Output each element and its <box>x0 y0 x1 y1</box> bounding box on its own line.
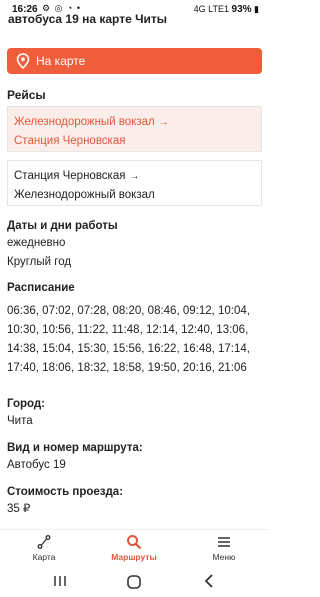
routes-title: Рейсы <box>7 88 46 102</box>
page-title: автобуса 19 на карте Читы <box>8 12 168 26</box>
route-type-label: Вид и номер маршрута: <box>7 442 143 454</box>
schedule-title: Расписание <box>7 282 75 294</box>
arrow-right-icon: → <box>158 117 169 128</box>
dates-season: Круглый год <box>7 256 72 268</box>
system-nav-bar <box>0 567 269 597</box>
nav-item-routes[interactable]: Маршруты <box>94 534 174 562</box>
search-icon <box>127 535 142 550</box>
route-from: Станция Черновская <box>14 170 126 182</box>
city-label: Город: <box>7 398 45 410</box>
arrow-right-icon: → <box>129 171 140 182</box>
route-to: Станция Черновская <box>14 135 126 147</box>
schedule-times: 06:36, 07:02, 07:28, 08:20, 08:46, 09:12… <box>7 305 250 374</box>
nav-label-routes: Маршруты <box>111 552 157 562</box>
route-to: Железнодорожный вокзал <box>14 189 155 201</box>
nav-item-menu[interactable]: Меню <box>184 534 264 562</box>
signal-icon: 4G LTE1 <box>193 4 229 14</box>
dates-title: Даты и дни работы <box>7 220 118 232</box>
home-icon[interactable] <box>126 574 142 590</box>
nav-label-menu: Меню <box>212 552 236 562</box>
map-pin-icon <box>16 53 30 69</box>
route-item-return[interactable]: Станция Черновская → Железнодорожный вокз… <box>7 160 262 206</box>
route-item-forward[interactable]: Железнодорожный вокзал → Станция Черновск… <box>7 106 262 152</box>
bottom-nav: Карта Маршруты Меню <box>0 529 269 567</box>
nav-label-map: Карта <box>32 552 56 562</box>
battery-icon: ▮ <box>254 4 259 14</box>
map-button[interactable]: На карте <box>7 48 262 74</box>
city-value: Чита <box>7 415 33 427</box>
battery-percent: 93% <box>231 4 252 15</box>
back-icon[interactable] <box>203 574 215 588</box>
fare-label: Стоимость проезда: <box>7 486 124 498</box>
menu-icon <box>218 537 230 547</box>
map-button-label: На карте <box>36 54 86 68</box>
route-icon <box>37 535 51 549</box>
route-from: Железнодорожный вокзал <box>14 116 155 128</box>
nav-item-map[interactable]: Карта <box>4 534 84 562</box>
dates-days: ежедневно <box>7 237 66 249</box>
status-right: 4G LTE1 93% ▮ <box>194 4 259 15</box>
route-type-value: Автобус 19 <box>7 459 66 471</box>
fare-value: 35 ₽ <box>7 503 31 515</box>
recent-apps-icon[interactable] <box>52 574 68 588</box>
